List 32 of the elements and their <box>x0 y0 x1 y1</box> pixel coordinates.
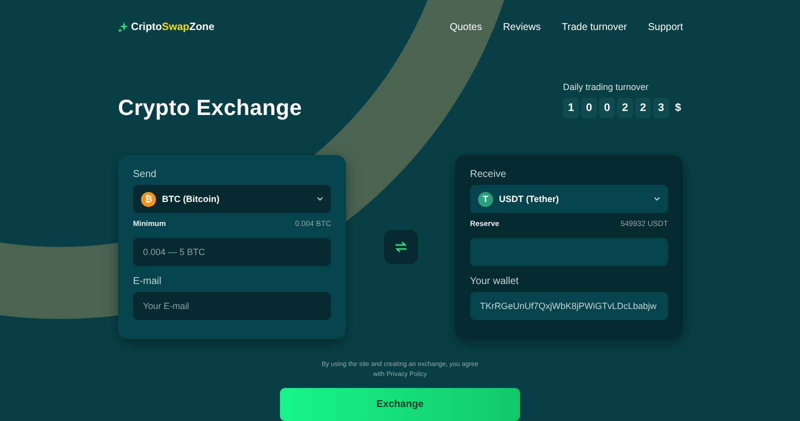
currency-sign: $ <box>675 102 682 114</box>
card-title: Receive <box>470 169 508 180</box>
swap-button[interactable] <box>384 230 418 264</box>
currency-select[interactable]: T USDT (Tether) <box>470 185 668 213</box>
wallet-field[interactable]: TKrRGeUnUf7QxjWbK8jPWiGTvLDcLbabjw <box>470 292 668 320</box>
email-field[interactable]: Your E-mail <box>133 292 331 320</box>
turnover-digit: 1 <box>563 98 579 118</box>
nav-link[interactable]: Quotes <box>450 22 482 33</box>
brand-logo[interactable]: CriptoSwapZone <box>131 21 214 34</box>
nav-link[interactable]: Trade turnover <box>562 22 627 33</box>
turnover-digit: 2 <box>635 98 651 118</box>
turnover-digit: 2 <box>617 98 633 118</box>
chevron-icon <box>317 197 323 201</box>
field-label: E-mail <box>133 276 162 287</box>
turnover-digit: 0 <box>581 98 597 118</box>
page-title: Crypto Exchange <box>118 95 302 122</box>
nav-link[interactable]: Support <box>648 22 683 33</box>
amount-field[interactable]: 0.004 — 5 BTC <box>133 238 331 266</box>
coin-icon: ₿ <box>141 192 156 206</box>
nav-link[interactable]: Reviews <box>502 22 541 33</box>
turnover-digit: 0 <box>599 98 615 118</box>
turnover-digit: 3 <box>653 98 669 118</box>
currency-select[interactable]: ₿ BTC (Bitcoin) <box>133 185 331 213</box>
card-title: Send <box>133 169 158 180</box>
chevron-icon <box>654 197 660 201</box>
amount-field[interactable] <box>470 238 668 266</box>
sparkle-icon <box>118 22 128 33</box>
field-label: Your wallet <box>470 276 520 287</box>
coin-icon: T <box>478 192 493 206</box>
swap-icon <box>394 240 408 254</box>
turnover-label: Daily trading turnover <box>563 82 650 92</box>
exchange-button[interactable]: Exchange <box>280 388 520 421</box>
